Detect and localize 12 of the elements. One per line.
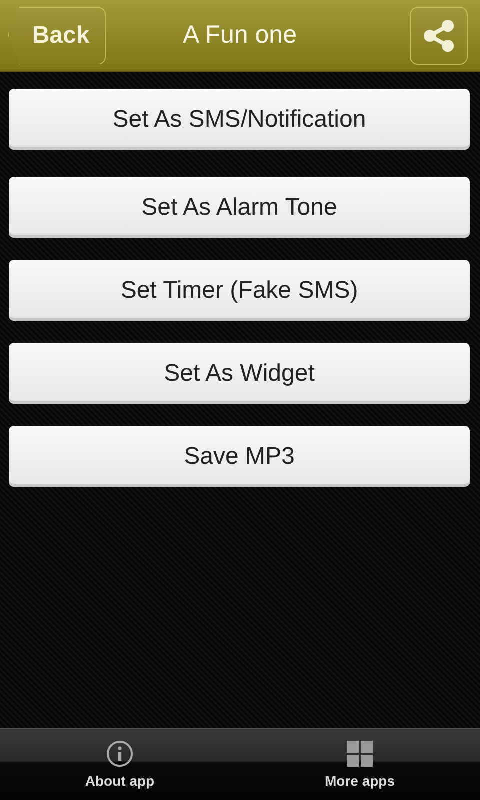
screen-title: A Fun one	[183, 21, 297, 50]
action-button[interactable]: Set As SMS/Notification	[9, 89, 470, 150]
grid-icon	[346, 740, 374, 768]
action-button[interactable]: Set Timer (Fake SMS)	[9, 260, 470, 321]
action-button[interactable]: Set As Widget	[9, 343, 470, 404]
action-button[interactable]: Set As Alarm Tone	[9, 177, 470, 238]
action-button[interactable]: Save MP3	[9, 426, 470, 487]
info-icon	[106, 740, 134, 768]
share-button[interactable]	[410, 6, 468, 64]
tab-bar-item[interactable]: About app	[0, 729, 240, 800]
tab-bar-item[interactable]: More apps	[240, 729, 480, 800]
share-icon	[422, 18, 456, 52]
